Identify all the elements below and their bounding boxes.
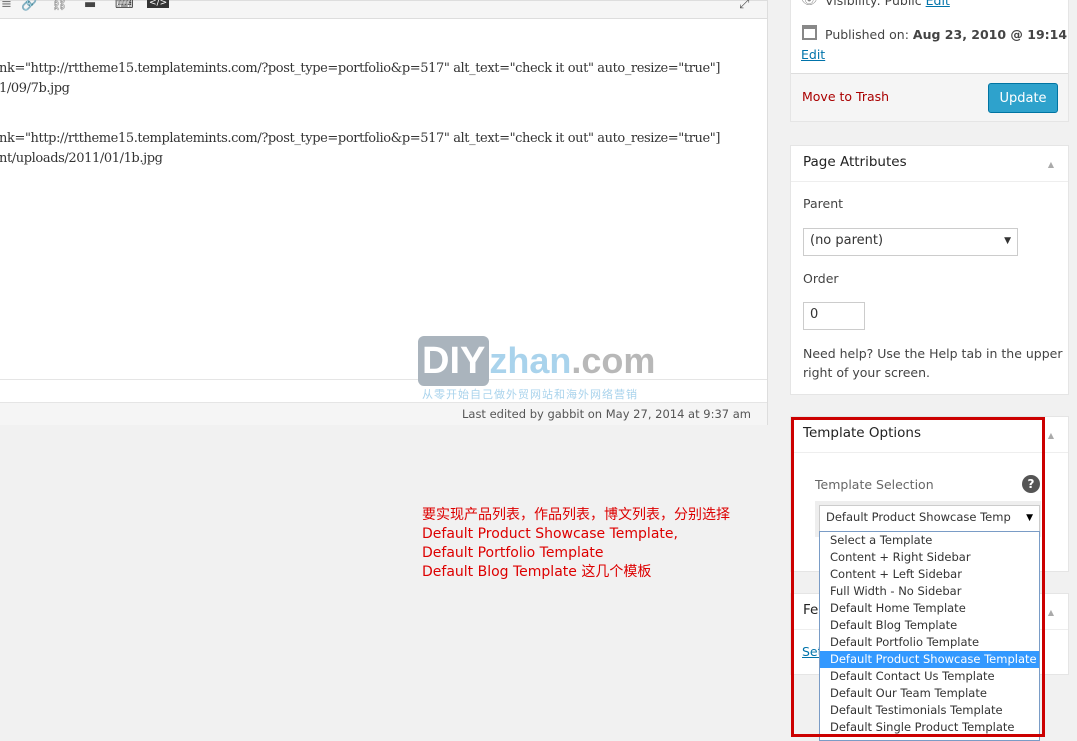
keyboard-icon[interactable]: ⌨	[115, 0, 134, 12]
more-tag-icon[interactable]: ▬	[84, 0, 96, 12]
last-edited: Last edited by gabbit on May 27, 2014 at…	[461, 407, 751, 421]
fullscreen-icon[interactable]: ⤢	[739, 0, 749, 12]
move-to-trash-link[interactable]: Move to Trash	[802, 89, 889, 104]
content-line: nk="http://rttheme15.templatemints.com/?…	[0, 61, 721, 76]
highlight-frame	[791, 417, 1045, 737]
published-edit-link[interactable]: Edit	[801, 47, 825, 62]
parent-select[interactable]: (no parent) ▼	[803, 228, 1018, 256]
editor-status-bar: Last edited by gabbit on May 27, 2014 at…	[0, 402, 767, 425]
content-line: 1/09/7b.jpg	[0, 81, 70, 96]
editor-content[interactable]: nk="http://rttheme15.templatemints.com/?…	[0, 59, 720, 169]
collapse-icon[interactable]: ▲	[1048, 160, 1054, 169]
publish-box: 👁 Visibility: Public Edit Published on: …	[790, 0, 1069, 122]
content-line: nt/uploads/2011/01/1b.jpg	[0, 151, 163, 166]
page-attributes-title: Page Attributes	[791, 146, 1068, 182]
collapse-icon[interactable]: ▲	[1048, 608, 1054, 617]
watermark-logo: DIY zhan.com 从零开始自己做外贸网站和海外网络营销	[418, 336, 655, 401]
visibility-edit-link[interactable]: Edit	[926, 0, 950, 8]
code-icon[interactable]: </>	[147, 0, 170, 8]
calendar-icon	[802, 25, 817, 40]
annotation-note: 要实现产品列表，作品列表，博文列表，分别选择 Default Product S…	[422, 507, 730, 580]
order-input[interactable]: 0	[803, 302, 865, 330]
list-icon[interactable]: ≡	[1, 0, 12, 12]
collapse-icon[interactable]: ▲	[1048, 431, 1054, 440]
update-button[interactable]: Update	[988, 83, 1058, 113]
content-line: nk="http://rttheme15.templatemints.com/?…	[0, 131, 721, 146]
link-icon[interactable]: 🔗	[21, 0, 37, 12]
unlink-icon[interactable]: ⛓	[51, 0, 68, 12]
editor-toolbar: ≡ 🔗 ⛓ ▬ ⌨ </> ⤢	[0, 0, 767, 19]
eye-icon: 👁	[801, 0, 818, 8]
page-attributes-box: Page Attributes ▲ Parent (no parent) ▼ Or…	[790, 145, 1069, 395]
